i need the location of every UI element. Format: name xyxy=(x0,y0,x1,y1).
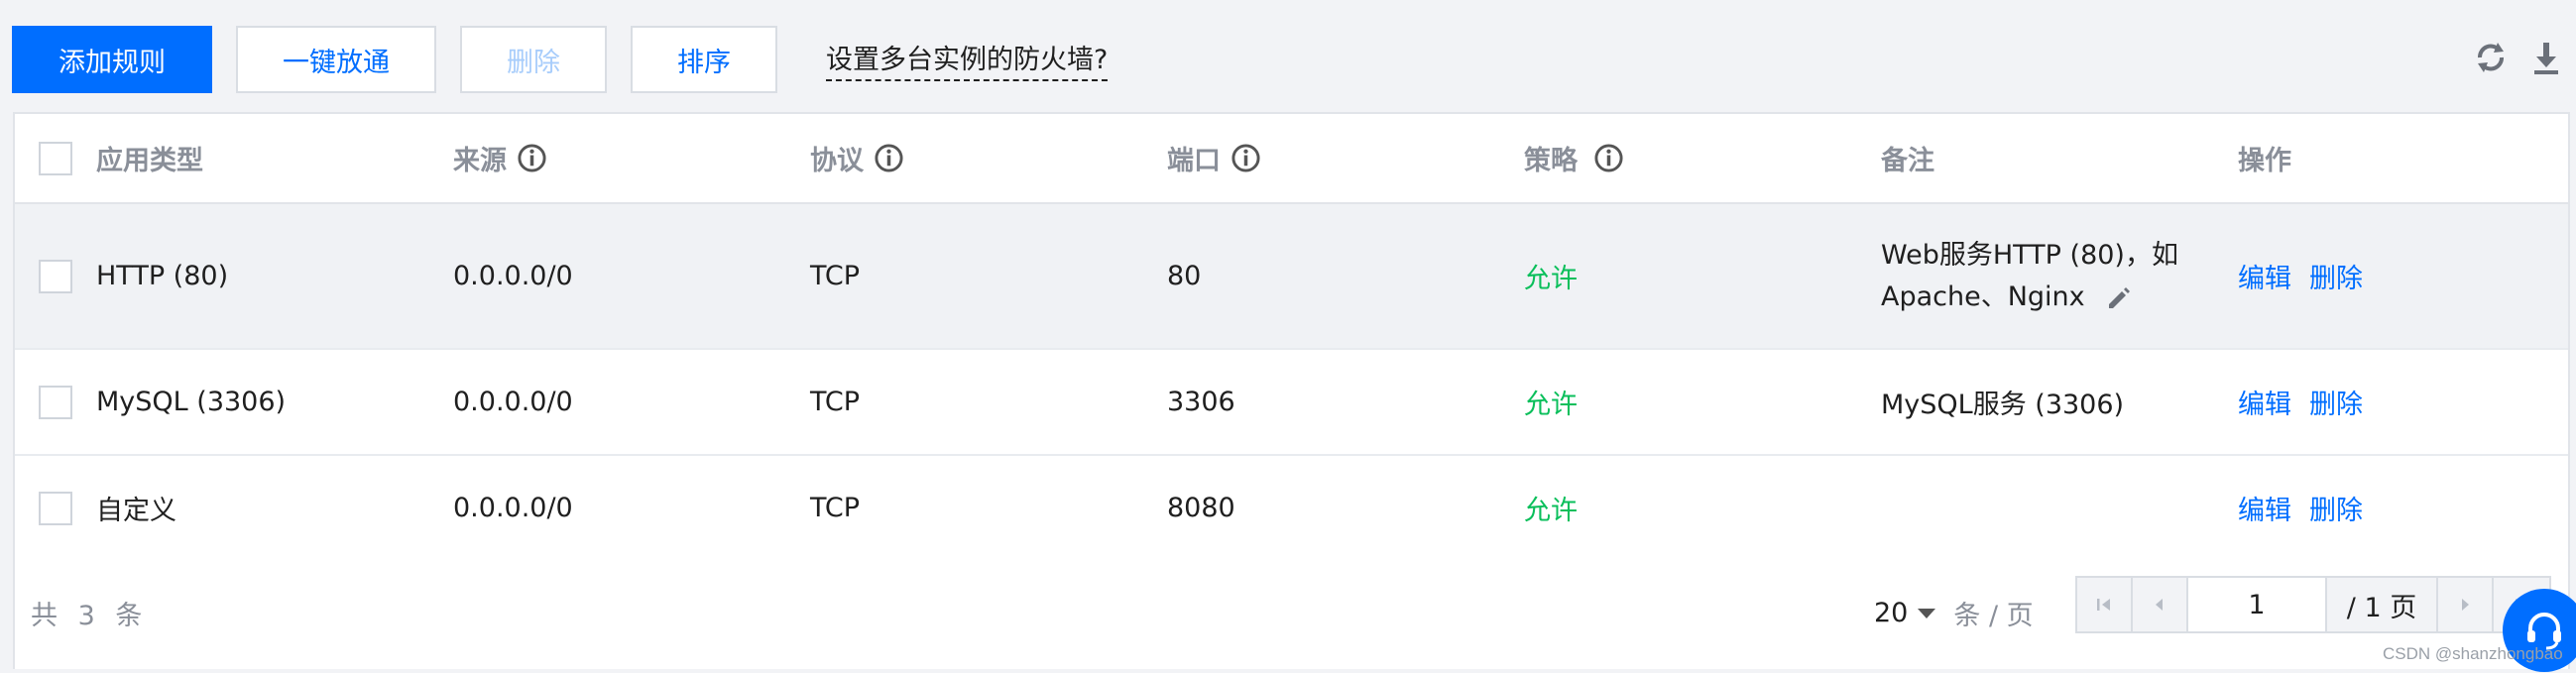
row-checkbox-cell xyxy=(39,456,72,560)
header-note: 备注 xyxy=(1881,114,1934,202)
header-note-label: 备注 xyxy=(1881,146,1934,176)
info-icon[interactable] xyxy=(1593,143,1624,173)
header-app-type: 应用类型 xyxy=(96,114,203,202)
download-icon[interactable] xyxy=(2526,38,2566,77)
header-protocol: 协议 xyxy=(810,114,904,202)
row-checkbox[interactable] xyxy=(39,385,72,419)
refresh-icon[interactable] xyxy=(2471,38,2511,77)
firewall-rules-table: 应用类型 来源 协议 端口 策略 备注 操作 HTTP (80) 0.0.0.0… xyxy=(13,112,2570,669)
page-size-value[interactable]: 20 xyxy=(1874,598,1908,628)
cell-protocol: TCP xyxy=(810,387,861,417)
total-pages: / 1 页 xyxy=(2327,578,2438,631)
multi-instance-firewall-link[interactable]: 设置多台实例的防火墙? xyxy=(826,38,1109,81)
header-source-label: 来源 xyxy=(453,146,507,176)
sort-button[interactable]: 排序 xyxy=(631,26,777,93)
cell-protocol: TCP xyxy=(810,493,861,523)
header-source: 来源 xyxy=(453,114,547,202)
table-row: 自定义 0.0.0.0/0 TCP 8080 允许 编辑 删除 xyxy=(15,456,2568,562)
page-size-unit: 条 / 页 xyxy=(1953,601,2034,631)
toolbar-icons xyxy=(2455,38,2566,77)
cell-note: Web服务HTTP (80)，如Apache、Nginx xyxy=(1881,204,2198,348)
info-icon[interactable] xyxy=(517,143,547,173)
header-protocol-label: 协议 xyxy=(810,146,864,176)
next-page-button[interactable] xyxy=(2438,578,2494,631)
cell-note: MySQL服务 (3306) xyxy=(1881,390,2125,420)
header-port: 端口 xyxy=(1167,114,1261,202)
watermark: CSDN @shanzhongbao xyxy=(2383,644,2563,663)
edit-link[interactable]: 编辑 xyxy=(2238,489,2291,527)
cell-actions: 编辑 删除 xyxy=(2238,204,2381,348)
info-icon[interactable] xyxy=(1230,143,1261,173)
edit-note-pencil-icon[interactable] xyxy=(2106,285,2132,311)
cell-source: 0.0.0.0/0 xyxy=(453,493,573,523)
first-page-button[interactable] xyxy=(2077,578,2133,631)
caret-down-icon[interactable] xyxy=(1918,608,1936,618)
cell-port: 8080 xyxy=(1167,493,1235,523)
header-policy-label: 策略 xyxy=(1524,146,1578,176)
cell-port: 3306 xyxy=(1167,387,1235,417)
header-app-type-label: 应用类型 xyxy=(96,146,203,176)
prev-page-button[interactable] xyxy=(2133,578,2188,631)
cell-policy: 允许 xyxy=(1524,390,1578,420)
cell-actions: 编辑 删除 xyxy=(2238,350,2381,454)
cell-source: 0.0.0.0/0 xyxy=(453,387,573,417)
page-size-selector[interactable]: 20 条 / 页 xyxy=(1874,557,2034,669)
delete-link[interactable]: 删除 xyxy=(2309,489,2363,527)
header-port-label: 端口 xyxy=(1167,146,1221,176)
first-page-icon xyxy=(2097,599,2110,611)
current-page-input[interactable] xyxy=(2188,578,2327,631)
row-checkbox-cell xyxy=(39,204,72,348)
next-page-icon xyxy=(2462,599,2469,611)
table-header: 应用类型 来源 协议 端口 策略 备注 操作 xyxy=(15,114,2568,204)
header-policy: 策略 xyxy=(1524,114,1624,202)
header-actions-label: 操作 xyxy=(2238,146,2291,176)
cell-port: 80 xyxy=(1167,261,1202,291)
batch-open-button[interactable]: 一键放通 xyxy=(236,26,436,93)
cell-policy: 允许 xyxy=(1524,264,1578,294)
edit-link[interactable]: 编辑 xyxy=(2238,257,2291,295)
cell-actions: 编辑 删除 xyxy=(2238,456,2381,560)
edit-link[interactable]: 编辑 xyxy=(2238,383,2291,421)
header-checkbox-cell xyxy=(39,114,72,202)
table-row: MySQL (3306) 0.0.0.0/0 TCP 3306 允许 MySQL… xyxy=(15,350,2568,456)
header-actions: 操作 xyxy=(2238,114,2291,202)
cell-app-type: 自定义 xyxy=(96,496,176,526)
add-rule-button[interactable]: 添加规则 xyxy=(12,26,212,93)
delete-link[interactable]: 删除 xyxy=(2309,257,2363,295)
table-footer: 共 3 条 20 条 / 页 / 1 页 xyxy=(15,557,2568,669)
info-icon[interactable] xyxy=(874,143,904,173)
cell-app-type: MySQL (3306) xyxy=(96,387,287,417)
select-all-checkbox[interactable] xyxy=(39,141,72,175)
delete-link[interactable]: 删除 xyxy=(2309,383,2363,421)
cell-policy: 允许 xyxy=(1524,496,1578,526)
pagination: / 1 页 xyxy=(2075,576,2551,633)
total-count: 共 3 条 xyxy=(31,601,149,631)
row-checkbox[interactable] xyxy=(39,259,72,293)
table-row: HTTP (80) 0.0.0.0/0 TCP 80 允许 Web服务HTTP … xyxy=(15,204,2568,350)
row-checkbox-cell xyxy=(39,350,72,454)
row-checkbox[interactable] xyxy=(39,491,72,525)
cell-protocol: TCP xyxy=(810,261,861,291)
delete-button[interactable]: 删除 xyxy=(460,26,607,93)
prev-page-icon xyxy=(2156,599,2163,611)
cell-app-type: HTTP (80) xyxy=(96,261,229,291)
note-text: Web服务HTTP (80)，如Apache、Nginx xyxy=(1881,239,2178,312)
toolbar: 添加规则 一键放通 删除 排序 设置多台实例的防火墙? xyxy=(12,25,1109,94)
cell-source: 0.0.0.0/0 xyxy=(453,261,573,291)
